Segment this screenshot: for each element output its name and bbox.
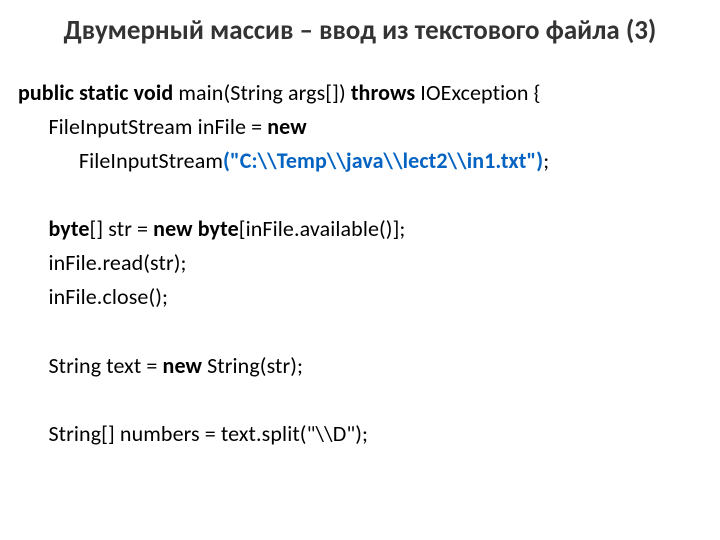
code-text: String text = bbox=[18, 352, 163, 379]
slide-title: Двумерный массив – ввод из текстового фа… bbox=[58, 14, 662, 48]
code-text: main(String args[]) bbox=[173, 79, 351, 106]
kw-new: new bbox=[267, 113, 306, 140]
code-text: inFile.close(); bbox=[18, 283, 168, 310]
code-text: IOException { bbox=[415, 79, 540, 106]
code-text: String(str); bbox=[202, 352, 303, 379]
kw-throws: throws bbox=[351, 79, 415, 106]
blank-line bbox=[18, 317, 23, 344]
kw-new: new bbox=[163, 352, 202, 379]
code-text: [inFile.available()]; bbox=[239, 215, 406, 242]
kw-public-static-void: public static void bbox=[18, 79, 173, 106]
code-text: ; bbox=[543, 147, 549, 174]
kw-byte: byte bbox=[18, 215, 90, 242]
kw-new-byte: new byte bbox=[153, 215, 239, 242]
code-text: [] str = bbox=[90, 215, 154, 242]
string-literal: ("C:\\Temp\\java\\lect2\\in1.txt") bbox=[223, 147, 543, 174]
code-text: String[] numbers = text.split("\\D"); bbox=[18, 420, 368, 447]
code-text: FileInputStream inFile = bbox=[18, 113, 267, 140]
code-text: inFile.read(str); bbox=[18, 249, 187, 276]
slide: Двумерный массив – ввод из текстового фа… bbox=[0, 0, 720, 540]
blank-line bbox=[18, 181, 23, 208]
blank-line bbox=[18, 386, 23, 413]
code-block: public static void main(String args[]) t… bbox=[18, 76, 702, 451]
code-text: FileInputStream bbox=[18, 147, 223, 174]
